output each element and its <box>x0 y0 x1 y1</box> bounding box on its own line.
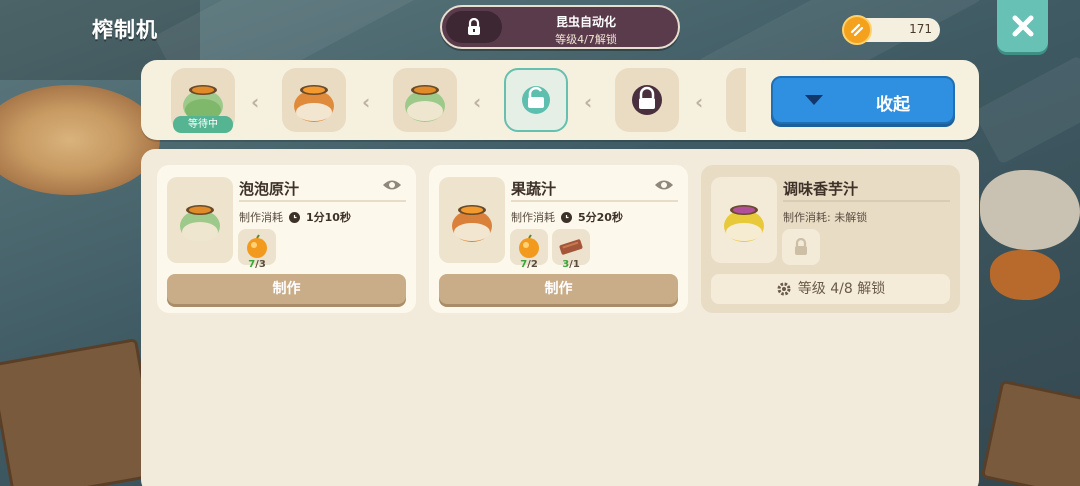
cost-label: 制作消耗 <box>511 211 555 224</box>
divider <box>239 200 406 202</box>
recipe-thumbnail <box>167 177 233 263</box>
background-rock <box>980 170 1080 250</box>
chevron-left-icon: ‹ <box>695 90 704 114</box>
caret-down-icon <box>805 95 823 105</box>
queue-slot[interactable] <box>393 68 457 132</box>
queue-slot-locked[interactable] <box>615 68 679 132</box>
background-crate <box>980 379 1080 486</box>
close-icon <box>1012 15 1033 37</box>
queue-slot-partial <box>726 68 746 132</box>
background-rock <box>990 250 1060 300</box>
locked-ingredient-slot <box>782 229 820 265</box>
divider <box>783 200 950 202</box>
production-queue: 等待中 ‹ ‹ ‹ ‹ ‹ 收起 <box>141 60 979 140</box>
queue-slot-waiting[interactable]: 等待中 <box>171 68 235 133</box>
cost-row: 制作消耗 1分10秒 <box>239 209 351 225</box>
orange-jar-icon <box>452 205 492 242</box>
page-title: 榨制机 <box>92 18 158 42</box>
lock-icon <box>632 85 662 115</box>
recipe-name: 调味香芋汁 <box>783 180 859 198</box>
divider <box>511 200 678 202</box>
lock-icon <box>795 238 807 255</box>
cost-label: 制作消耗: 未解锁 <box>783 211 868 224</box>
currency-display: 171 <box>842 15 940 45</box>
recipe-panel: 泡泡原汁 制作消耗 1分10秒 7/3 制作 果蔬汁 制作消耗 5分20秒 7/… <box>141 149 979 486</box>
background-tile <box>972 55 1080 165</box>
orange-jar-icon <box>294 85 334 122</box>
craft-time: 1分10秒 <box>306 211 351 224</box>
automation-title: 昆虫自动化 <box>555 15 616 29</box>
recipe-card: 果蔬汁 制作消耗 5分20秒 7/2 3/1 制作 <box>429 165 688 313</box>
recipe-thumbnail <box>439 177 505 263</box>
purple-jar-icon <box>724 205 764 242</box>
recipe-card-locked: 调味香芋汁 制作消耗: 未解锁 等级 4/8 解锁 <box>701 165 960 313</box>
background-crate <box>0 338 162 486</box>
unlock-icon <box>522 86 550 114</box>
automation-subtitle: 等级4/7解锁 <box>555 33 617 46</box>
chevron-left-icon: ‹ <box>251 90 260 114</box>
collapse-button[interactable]: 收起 <box>771 76 955 124</box>
orange-fruit-icon <box>519 234 539 258</box>
collapse-label: 收起 <box>876 95 910 115</box>
ingredient-count: 7/2 <box>520 259 538 270</box>
green-jar-icon <box>180 205 220 242</box>
lock-icon <box>446 11 502 43</box>
recipe-thumbnail <box>711 177 777 263</box>
currency-value: 171 <box>909 22 932 36</box>
recipe-name: 果蔬汁 <box>511 180 557 198</box>
clock-icon <box>561 211 572 223</box>
eye-icon[interactable] <box>654 178 674 192</box>
craft-button[interactable]: 制作 <box>167 274 406 304</box>
recipe-name: 泡泡原汁 <box>239 180 300 198</box>
green-jar-icon <box>405 85 445 122</box>
chevron-left-icon: ‹ <box>362 90 371 114</box>
craft-time: 5分20秒 <box>578 211 623 224</box>
recipe-card: 泡泡原汁 制作消耗 1分10秒 7/3 制作 <box>157 165 416 313</box>
craft-button[interactable]: 制作 <box>439 274 678 304</box>
cost-label: 制作消耗 <box>239 211 283 224</box>
background-tree-stump <box>0 85 160 195</box>
chevron-left-icon: ‹ <box>584 90 593 114</box>
queue-slot[interactable] <box>282 68 346 132</box>
orange-fruit-icon <box>247 234 267 258</box>
queue-slot-unlocked[interactable] <box>504 68 568 132</box>
unlock-requirement: 等级 4/8 解锁 <box>711 274 950 304</box>
cost-row: 制作消耗 5分20秒 <box>511 209 623 225</box>
unlock-text: 等级 4/8 解锁 <box>797 281 886 297</box>
ingredient-count: 7/3 <box>248 259 266 270</box>
close-button[interactable] <box>997 0 1048 52</box>
automation-unlock-pill[interactable]: 昆虫自动化 等级4/7解锁 <box>440 5 680 49</box>
ingredient-count: 3/1 <box>562 259 580 270</box>
chevron-left-icon: ‹ <box>473 90 482 114</box>
waiting-badge: 等待中 <box>173 116 233 133</box>
coin-icon <box>842 15 872 45</box>
eye-icon[interactable] <box>382 178 402 192</box>
wood-plank-icon <box>559 239 583 255</box>
cost-row: 制作消耗: 未解锁 <box>783 209 867 225</box>
clock-icon <box>289 211 300 223</box>
gear-icon <box>777 282 791 296</box>
